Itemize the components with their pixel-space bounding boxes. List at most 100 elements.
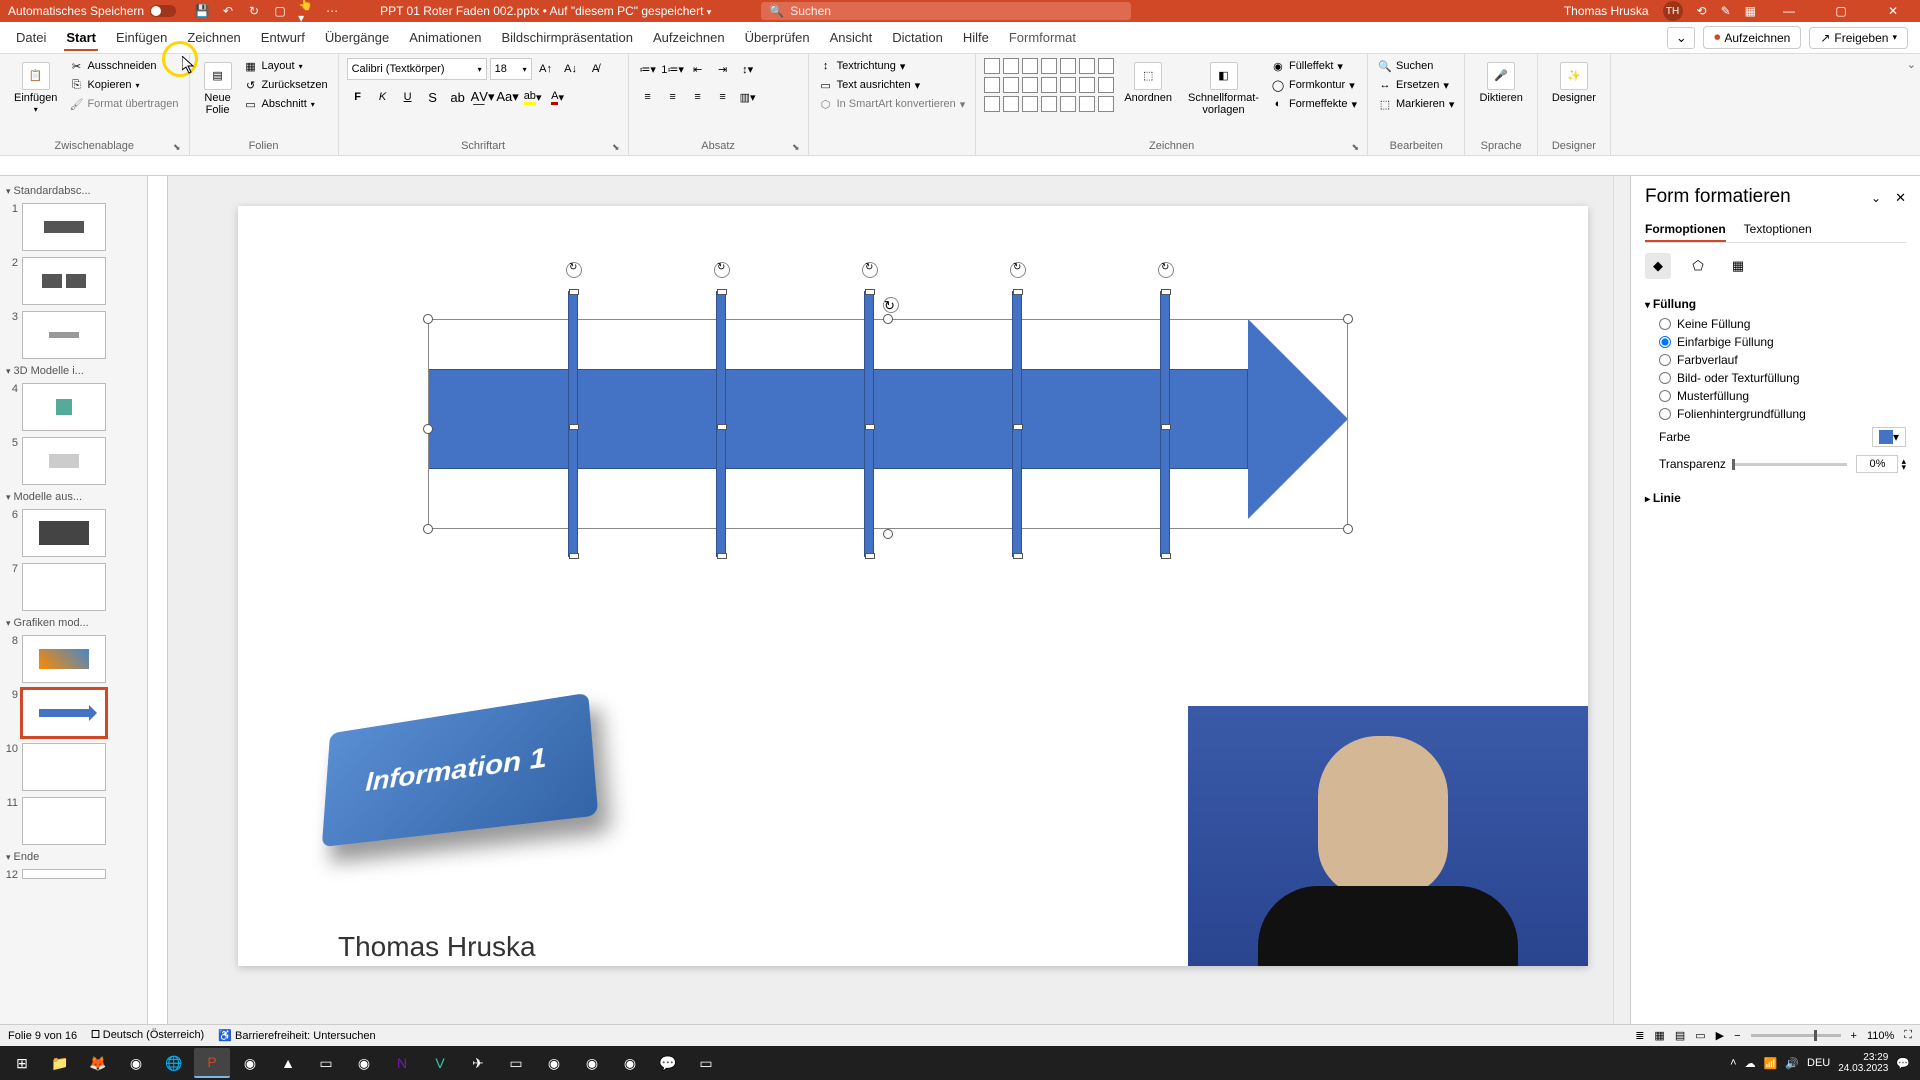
text-direction-button[interactable]: ↕Textrichtung▾ bbox=[817, 58, 968, 74]
taskbar-explorer-icon[interactable]: 📁 bbox=[42, 1048, 78, 1078]
taskbar-app-icon[interactable]: ◉ bbox=[612, 1048, 648, 1078]
rotate-handle-icon[interactable]: ↻ bbox=[883, 297, 899, 313]
layout-button[interactable]: ▦Layout▾ bbox=[242, 58, 330, 74]
pane-close-icon[interactable]: ✕ bbox=[1895, 190, 1906, 205]
draw-icon[interactable]: ✎ bbox=[1721, 4, 1731, 18]
font-size-combo[interactable]: 18▾ bbox=[490, 58, 532, 80]
taskbar-app-icon[interactable]: ▭ bbox=[498, 1048, 534, 1078]
tray-volume-icon[interactable]: 🔊 bbox=[1785, 1057, 1799, 1070]
tray-clock[interactable]: 23:2924.03.2023 bbox=[1838, 1052, 1888, 1074]
find-button[interactable]: 🔍Suchen bbox=[1376, 58, 1456, 74]
shape-outline-button[interactable]: ◯Formkontur▾ bbox=[1269, 77, 1359, 93]
section-header[interactable]: Ende bbox=[4, 848, 143, 866]
slide-thumb-1[interactable] bbox=[22, 203, 106, 251]
rotate-handle-icon[interactable] bbox=[714, 262, 730, 278]
arrow-shape-group[interactable]: ↻ bbox=[428, 319, 1348, 529]
grow-font-icon[interactable]: A↑ bbox=[535, 58, 557, 80]
shadow-icon[interactable]: S bbox=[422, 86, 444, 108]
new-slide-button[interactable]: ▤Neue Folie bbox=[198, 58, 238, 120]
vbar-shape[interactable] bbox=[568, 291, 578, 557]
tab-zeichnen[interactable]: Zeichnen bbox=[177, 24, 250, 51]
sel-handle-icon[interactable] bbox=[1343, 524, 1353, 534]
spinner-icon[interactable]: ▴▾ bbox=[1901, 458, 1906, 471]
ribbon-expand-icon[interactable]: ⌄ bbox=[1903, 54, 1920, 155]
taskbar-app-icon[interactable]: ▭ bbox=[308, 1048, 344, 1078]
notes-button[interactable]: ≣ bbox=[1635, 1029, 1644, 1042]
section-header[interactable]: 3D Modelle i... bbox=[4, 362, 143, 380]
cut-button[interactable]: ✂Ausschneiden bbox=[67, 58, 180, 74]
touch-icon[interactable]: 👆▾ bbox=[298, 3, 314, 19]
tab-formoptions[interactable]: Formoptionen bbox=[1645, 218, 1726, 242]
save-icon[interactable]: 💾 bbox=[194, 3, 210, 19]
slide-thumb-10[interactable] bbox=[22, 743, 106, 791]
bullets-icon[interactable]: ≔▾ bbox=[637, 58, 659, 80]
tab-hilfe[interactable]: Hilfe bbox=[953, 24, 999, 51]
rotate-handle-icon[interactable] bbox=[566, 262, 582, 278]
fill-solid-radio[interactable]: Einfarbige Füllung bbox=[1645, 333, 1906, 351]
slide-thumb-8[interactable] bbox=[22, 635, 106, 683]
rotate-handle-icon[interactable] bbox=[1158, 262, 1174, 278]
tray-notifications-icon[interactable]: 💬 bbox=[1896, 1057, 1910, 1070]
quickstyle-button[interactable]: ◧Schnellformat- vorlagen bbox=[1182, 58, 1265, 120]
slide-canvas[interactable]: ↻ Information 1 Thomas Hruska bbox=[168, 176, 1613, 1024]
tray-keyboard-label[interactable]: DEU bbox=[1807, 1057, 1830, 1069]
fill-color-picker[interactable]: ▾ bbox=[1872, 427, 1906, 447]
slide-thumb-11[interactable] bbox=[22, 797, 106, 845]
slide-thumb-12[interactable] bbox=[22, 869, 106, 879]
taskbar-onenote-icon[interactable]: N bbox=[384, 1048, 420, 1078]
zoom-out-icon[interactable]: − bbox=[1734, 1030, 1740, 1042]
tab-formformat[interactable]: Formformat bbox=[999, 24, 1086, 51]
vbar-shape[interactable] bbox=[716, 291, 726, 557]
taskbar-app-icon[interactable]: 💬 bbox=[650, 1048, 686, 1078]
vbar-shape[interactable] bbox=[1012, 291, 1022, 557]
bold-icon[interactable]: F bbox=[347, 86, 369, 108]
slide-counter[interactable]: Folie 9 von 16 bbox=[8, 1030, 77, 1042]
align-left-icon[interactable]: ≡ bbox=[637, 86, 659, 108]
spacing-icon[interactable]: A͟V▾ bbox=[472, 86, 494, 108]
sync-icon[interactable]: ⟲ bbox=[1697, 4, 1707, 18]
slide-thumb-5[interactable] bbox=[22, 437, 106, 485]
align-justify-icon[interactable]: ≡ bbox=[712, 86, 734, 108]
info-3d-block[interactable]: Information 1 bbox=[313, 706, 613, 886]
minimize-button[interactable]: — bbox=[1770, 0, 1808, 22]
tab-uebergaenge[interactable]: Übergänge bbox=[315, 24, 399, 51]
taskbar-edge-icon[interactable]: 🌐 bbox=[156, 1048, 192, 1078]
columns-icon[interactable]: ▥▾ bbox=[737, 86, 759, 108]
arrange-button[interactable]: ⬚Anordnen bbox=[1118, 58, 1178, 108]
slide-thumb-9[interactable] bbox=[22, 689, 106, 737]
close-button[interactable]: ✕ bbox=[1874, 0, 1912, 22]
slide-thumb-6[interactable] bbox=[22, 509, 106, 557]
zoom-in-icon[interactable]: + bbox=[1851, 1030, 1857, 1042]
fill-pattern-radio[interactable]: Musterfüllung bbox=[1645, 387, 1906, 405]
view-reading-icon[interactable]: ▭ bbox=[1695, 1029, 1705, 1042]
highlight-icon[interactable]: ab▾ bbox=[522, 86, 544, 108]
shape-effects-button[interactable]: ◐Formeffekte▾ bbox=[1269, 96, 1359, 112]
designer-button[interactable]: ✨Designer bbox=[1546, 58, 1602, 108]
pane-options-icon[interactable]: ⌄ bbox=[1871, 191, 1881, 205]
fill-line-icon[interactable]: ◆ bbox=[1645, 253, 1671, 279]
align-text-button[interactable]: ▭Text ausrichten▾ bbox=[817, 77, 968, 93]
tab-textoptions[interactable]: Textoptionen bbox=[1744, 218, 1812, 242]
indent-icon[interactable]: ⇥ bbox=[712, 58, 734, 80]
view-sorter-icon[interactable]: ▤ bbox=[1675, 1029, 1685, 1042]
sel-handle-icon[interactable] bbox=[423, 424, 433, 434]
rotate-handle-icon[interactable] bbox=[1010, 262, 1026, 278]
shape-fill-button[interactable]: ◉Fülleffekt▾ bbox=[1269, 58, 1359, 74]
case-icon[interactable]: Aa▾ bbox=[497, 86, 519, 108]
username-label[interactable]: Thomas Hruska bbox=[1564, 4, 1649, 18]
tab-einfuegen[interactable]: Einfügen bbox=[106, 24, 177, 51]
size-icon[interactable]: ▦ bbox=[1725, 253, 1751, 279]
slide-thumb-2[interactable] bbox=[22, 257, 106, 305]
reset-button[interactable]: ↺Zurücksetzen bbox=[242, 77, 330, 93]
tray-wifi-icon[interactable]: 📶 bbox=[1764, 1057, 1778, 1070]
qat-more-icon[interactable]: ⋯ bbox=[324, 3, 340, 19]
font-name-combo[interactable]: Calibri (Textkörper)▾ bbox=[347, 58, 487, 80]
taskbar-app-icon[interactable]: ▭ bbox=[688, 1048, 724, 1078]
font-color-icon[interactable]: A▾ bbox=[547, 86, 569, 108]
copy-button[interactable]: ⎘Kopieren▾ bbox=[67, 77, 180, 93]
start-button[interactable]: ⊞ bbox=[4, 1048, 40, 1078]
sel-handle-icon[interactable] bbox=[883, 314, 893, 324]
autosave-toggle[interactable]: Automatisches Speichern bbox=[0, 4, 184, 18]
horizontal-ruler[interactable] bbox=[0, 156, 1920, 176]
record-button[interactable]: ⏺Aufzeichnen bbox=[1703, 26, 1801, 49]
